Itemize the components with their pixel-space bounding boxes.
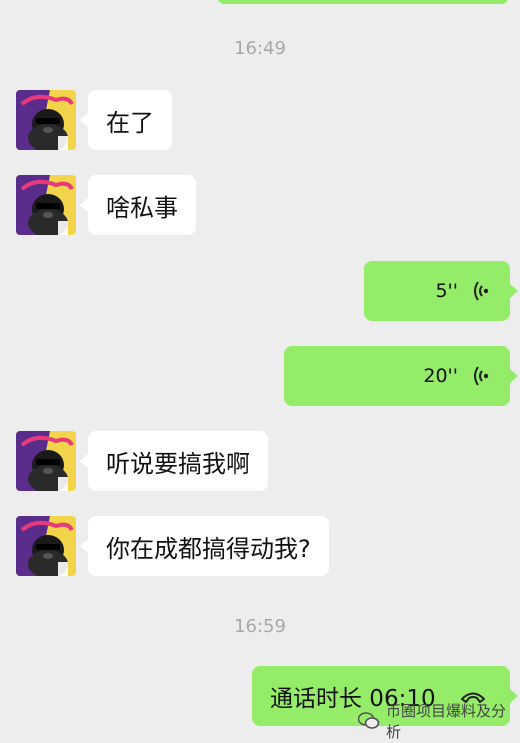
wechat-logo-icon: [358, 712, 380, 730]
contact-avatar[interactable]: [16, 90, 76, 150]
contact-avatar[interactable]: [16, 175, 76, 235]
avatar-image: [16, 516, 76, 576]
avatar-image: [16, 431, 76, 491]
incoming-message[interactable]: 你在成都搞得动我?: [80, 516, 329, 576]
voice-wave-icon: [474, 365, 490, 387]
timestamp: 16:49: [234, 38, 286, 59]
contact-avatar[interactable]: [16, 431, 76, 491]
voice-message[interactable]: 20'': [284, 346, 518, 406]
timestamp: 16:59: [234, 616, 286, 637]
incoming-message[interactable]: 啥私事: [80, 175, 196, 235]
voice-message[interactable]: 5'': [364, 261, 518, 321]
contact-avatar[interactable]: [16, 516, 76, 576]
avatar-image: [16, 175, 76, 235]
watermark: 币圈项目爆料及分析: [358, 702, 520, 741]
voice-duration: 20'': [423, 365, 458, 387]
voice-wave-icon: [474, 280, 490, 302]
avatar-image: [16, 90, 76, 150]
voice-duration: 5'': [435, 280, 458, 302]
incoming-message[interactable]: 在了: [80, 90, 172, 150]
previous-message-bubble-edge: [218, 0, 508, 4]
watermark-text: 币圈项目爆料及分析: [386, 702, 507, 741]
incoming-message[interactable]: 听说要搞我啊: [80, 431, 268, 491]
